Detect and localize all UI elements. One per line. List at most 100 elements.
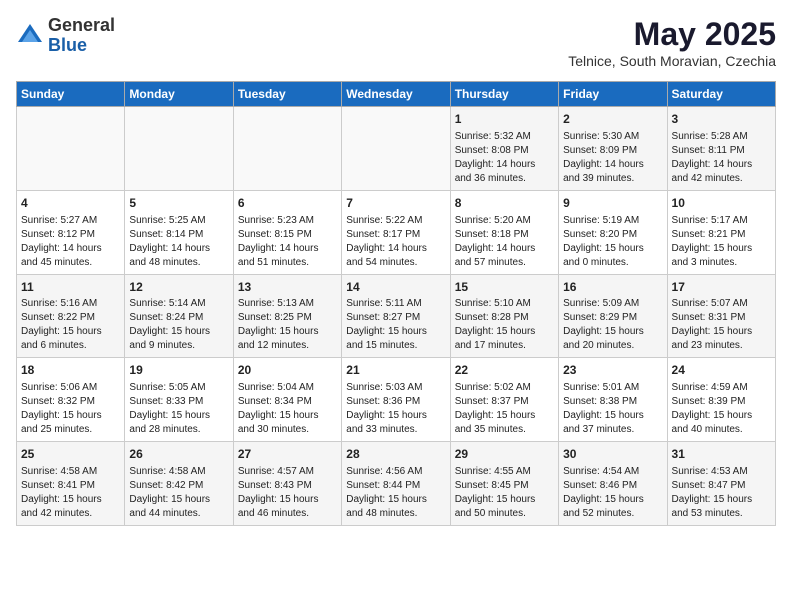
calendar-cell: 16Sunrise: 5:09 AM Sunset: 8:29 PM Dayli… bbox=[559, 274, 667, 358]
day-info: Sunrise: 5:04 AM Sunset: 8:34 PM Dayligh… bbox=[238, 381, 337, 437]
page-header: General Blue May 2025 Telnice, South Mor… bbox=[16, 16, 776, 69]
day-number: 14 bbox=[346, 279, 445, 296]
calendar-cell bbox=[17, 107, 125, 191]
calendar-cell: 17Sunrise: 5:07 AM Sunset: 8:31 PM Dayli… bbox=[667, 274, 775, 358]
calendar-header: SundayMondayTuesdayWednesdayThursdayFrid… bbox=[17, 82, 776, 107]
day-of-week-header: Friday bbox=[559, 82, 667, 107]
calendar-cell: 7 Sunrise: 5:22 AM Sunset: 8:17 PM Daylig… bbox=[342, 190, 450, 274]
calendar-cell: 23Sunrise: 5:01 AM Sunset: 8:38 PM Dayli… bbox=[559, 358, 667, 442]
calendar-cell: 8 Sunrise: 5:20 AM Sunset: 8:18 PM Daylig… bbox=[450, 190, 558, 274]
day-number: 6 bbox=[238, 195, 337, 212]
day-info: Sunrise: 4:59 AM Sunset: 8:39 PM Dayligh… bbox=[672, 381, 771, 437]
day-info: Sunrise: 4:55 AM Sunset: 8:45 PM Dayligh… bbox=[455, 465, 554, 521]
calendar-title: May 2025 bbox=[568, 16, 776, 53]
calendar-cell: 9Sunrise: 5:19 AM Sunset: 8:20 PM Daylig… bbox=[559, 190, 667, 274]
calendar-cell: 29 Sunrise: 4:55 AM Sunset: 8:45 PM Dayli… bbox=[450, 442, 558, 526]
day-info: Sunrise: 5:09 AM Sunset: 8:29 PM Dayligh… bbox=[563, 297, 662, 353]
day-number: 7 bbox=[346, 195, 445, 212]
day-number: 28 bbox=[346, 446, 445, 463]
day-number: 3 bbox=[672, 111, 771, 128]
day-number: 8 bbox=[455, 195, 554, 212]
calendar-cell: 15Sunrise: 5:10 AM Sunset: 8:28 PM Dayli… bbox=[450, 274, 558, 358]
calendar-cell bbox=[125, 107, 233, 191]
day-number: 18 bbox=[21, 362, 120, 379]
day-info: Sunrise: 4:53 AM Sunset: 8:47 PM Dayligh… bbox=[672, 465, 771, 521]
calendar-cell: 4Sunrise: 5:27 AM Sunset: 8:12 PM Daylig… bbox=[17, 190, 125, 274]
day-number: 10 bbox=[672, 195, 771, 212]
calendar-cell: 30 Sunrise: 4:54 AM Sunset: 8:46 PM Dayli… bbox=[559, 442, 667, 526]
calendar-cell: 24 Sunrise: 4:59 AM Sunset: 8:39 PM Dayli… bbox=[667, 358, 775, 442]
logo-blue-text: Blue bbox=[48, 36, 115, 56]
day-number: 16 bbox=[563, 279, 662, 296]
calendar-cell: 14Sunrise: 5:11 AM Sunset: 8:27 PM Dayli… bbox=[342, 274, 450, 358]
day-info: Sunrise: 5:32 AM Sunset: 8:08 PM Dayligh… bbox=[455, 130, 554, 186]
day-of-week-header: Monday bbox=[125, 82, 233, 107]
logo-icon bbox=[16, 22, 44, 50]
day-number: 1 bbox=[455, 111, 554, 128]
calendar-cell: 12Sunrise: 5:14 AM Sunset: 8:24 PM Dayli… bbox=[125, 274, 233, 358]
logo-general-text: General bbox=[48, 16, 115, 36]
day-of-week-header: Thursday bbox=[450, 82, 558, 107]
calendar-cell: 22 Sunrise: 5:02 AM Sunset: 8:37 PM Dayli… bbox=[450, 358, 558, 442]
day-of-week-header: Saturday bbox=[667, 82, 775, 107]
day-info: Sunrise: 5:25 AM Sunset: 8:14 PM Dayligh… bbox=[129, 214, 228, 270]
day-number: 4 bbox=[21, 195, 120, 212]
day-header-row: SundayMondayTuesdayWednesdayThursdayFrid… bbox=[17, 82, 776, 107]
day-number: 23 bbox=[563, 362, 662, 379]
day-number: 25 bbox=[21, 446, 120, 463]
calendar-week-row: 25 Sunrise: 4:58 AM Sunset: 8:41 PM Dayli… bbox=[17, 442, 776, 526]
day-of-week-header: Tuesday bbox=[233, 82, 341, 107]
day-info: Sunrise: 5:28 AM Sunset: 8:11 PM Dayligh… bbox=[672, 130, 771, 186]
day-info: Sunrise: 5:11 AM Sunset: 8:27 PM Dayligh… bbox=[346, 297, 445, 353]
day-of-week-header: Wednesday bbox=[342, 82, 450, 107]
calendar-cell: 27 Sunrise: 4:57 AM Sunset: 8:43 PM Dayli… bbox=[233, 442, 341, 526]
day-info: Sunrise: 5:07 AM Sunset: 8:31 PM Dayligh… bbox=[672, 297, 771, 353]
calendar-cell: 18 Sunrise: 5:06 AM Sunset: 8:32 PM Dayli… bbox=[17, 358, 125, 442]
day-number: 13 bbox=[238, 279, 337, 296]
day-number: 30 bbox=[563, 446, 662, 463]
day-info: Sunrise: 5:10 AM Sunset: 8:28 PM Dayligh… bbox=[455, 297, 554, 353]
calendar-cell: 11Sunrise: 5:16 AM Sunset: 8:22 PM Dayli… bbox=[17, 274, 125, 358]
calendar-cell: 19 Sunrise: 5:05 AM Sunset: 8:33 PM Dayli… bbox=[125, 358, 233, 442]
day-info: Sunrise: 5:05 AM Sunset: 8:33 PM Dayligh… bbox=[129, 381, 228, 437]
day-info: Sunrise: 5:02 AM Sunset: 8:37 PM Dayligh… bbox=[455, 381, 554, 437]
calendar-cell: 3 Sunrise: 5:28 AM Sunset: 8:11 PM Daylig… bbox=[667, 107, 775, 191]
calendar-week-row: 18 Sunrise: 5:06 AM Sunset: 8:32 PM Dayli… bbox=[17, 358, 776, 442]
day-info: Sunrise: 5:06 AM Sunset: 8:32 PM Dayligh… bbox=[21, 381, 120, 437]
day-number: 5 bbox=[129, 195, 228, 212]
calendar-cell bbox=[233, 107, 341, 191]
day-info: Sunrise: 4:54 AM Sunset: 8:46 PM Dayligh… bbox=[563, 465, 662, 521]
calendar-cell: 10Sunrise: 5:17 AM Sunset: 8:21 PM Dayli… bbox=[667, 190, 775, 274]
calendar-week-row: 1 Sunrise: 5:32 AM Sunset: 8:08 PM Daylig… bbox=[17, 107, 776, 191]
day-number: 24 bbox=[672, 362, 771, 379]
day-info: Sunrise: 5:23 AM Sunset: 8:15 PM Dayligh… bbox=[238, 214, 337, 270]
day-info: Sunrise: 4:58 AM Sunset: 8:42 PM Dayligh… bbox=[129, 465, 228, 521]
calendar-cell: 28 Sunrise: 4:56 AM Sunset: 8:44 PM Dayli… bbox=[342, 442, 450, 526]
calendar-table: SundayMondayTuesdayWednesdayThursdayFrid… bbox=[16, 81, 776, 526]
day-number: 12 bbox=[129, 279, 228, 296]
day-info: Sunrise: 5:16 AM Sunset: 8:22 PM Dayligh… bbox=[21, 297, 120, 353]
day-info: Sunrise: 4:56 AM Sunset: 8:44 PM Dayligh… bbox=[346, 465, 445, 521]
day-number: 17 bbox=[672, 279, 771, 296]
calendar-week-row: 11Sunrise: 5:16 AM Sunset: 8:22 PM Dayli… bbox=[17, 274, 776, 358]
day-number: 27 bbox=[238, 446, 337, 463]
calendar-cell: 5 Sunrise: 5:25 AM Sunset: 8:14 PM Daylig… bbox=[125, 190, 233, 274]
day-number: 22 bbox=[455, 362, 554, 379]
day-number: 29 bbox=[455, 446, 554, 463]
day-info: Sunrise: 5:14 AM Sunset: 8:24 PM Dayligh… bbox=[129, 297, 228, 353]
day-number: 26 bbox=[129, 446, 228, 463]
calendar-cell: 31Sunrise: 4:53 AM Sunset: 8:47 PM Dayli… bbox=[667, 442, 775, 526]
day-number: 19 bbox=[129, 362, 228, 379]
day-info: Sunrise: 5:22 AM Sunset: 8:17 PM Dayligh… bbox=[346, 214, 445, 270]
day-info: Sunrise: 4:58 AM Sunset: 8:41 PM Dayligh… bbox=[21, 465, 120, 521]
calendar-cell: 20Sunrise: 5:04 AM Sunset: 8:34 PM Dayli… bbox=[233, 358, 341, 442]
day-number: 9 bbox=[563, 195, 662, 212]
day-info: Sunrise: 5:03 AM Sunset: 8:36 PM Dayligh… bbox=[346, 381, 445, 437]
calendar-subtitle: Telnice, South Moravian, Czechia bbox=[568, 53, 776, 69]
calendar-cell: 25 Sunrise: 4:58 AM Sunset: 8:41 PM Dayli… bbox=[17, 442, 125, 526]
calendar-cell bbox=[342, 107, 450, 191]
day-info: Sunrise: 4:57 AM Sunset: 8:43 PM Dayligh… bbox=[238, 465, 337, 521]
day-info: Sunrise: 5:20 AM Sunset: 8:18 PM Dayligh… bbox=[455, 214, 554, 270]
calendar-cell: 13Sunrise: 5:13 AM Sunset: 8:25 PM Dayli… bbox=[233, 274, 341, 358]
calendar-cell: 26 Sunrise: 4:58 AM Sunset: 8:42 PM Dayli… bbox=[125, 442, 233, 526]
